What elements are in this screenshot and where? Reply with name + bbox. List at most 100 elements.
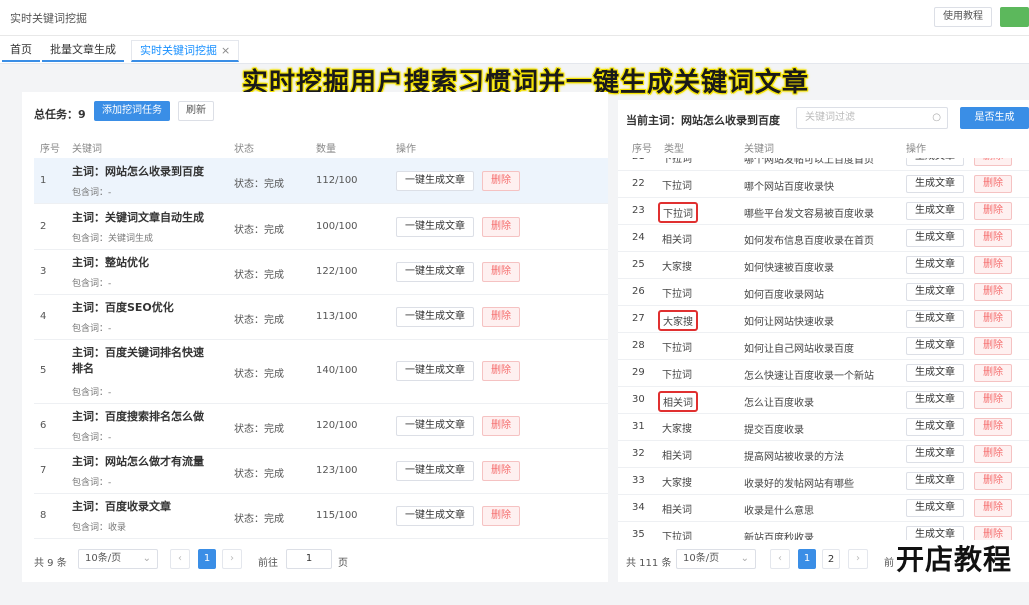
table-row[interactable]: 21 下拉词 哪个网站发帖可以上百度首页 生成文章 删除 xyxy=(618,158,1029,171)
pager-total: 共 111 条 xyxy=(626,558,672,569)
delete-button[interactable]: 删除 xyxy=(974,472,1012,490)
generate-article-button[interactable]: 生成文章 xyxy=(906,175,964,193)
table-row[interactable]: 3 主词：整站优化 包含词：- 状态：完成 122/100 一键生成文章 删除 xyxy=(34,250,608,295)
row-type: 下拉词 xyxy=(662,343,692,354)
generate-article-button[interactable]: 一键生成文章 xyxy=(396,307,474,327)
table-row[interactable]: 2 主词：关键词文章自动生成 包含词：关键词生成 状态：完成 100/100 一… xyxy=(34,204,608,250)
generate-article-button[interactable]: 一键生成文章 xyxy=(396,262,474,282)
help-button[interactable]: 使用教程 xyxy=(934,7,992,27)
generate-article-button[interactable]: 生成文章 xyxy=(906,418,964,436)
prev-page-button[interactable]: ‹ xyxy=(770,549,790,569)
row-main-keyword: 主词：百度搜索排名怎么做 xyxy=(72,410,204,423)
table-row[interactable]: 5 主词：百度关键词排名快速排名 包含词：- 状态：完成 140/100 一键生… xyxy=(34,340,608,404)
delete-button[interactable]: 删除 xyxy=(482,416,520,436)
close-icon[interactable]: × xyxy=(221,44,230,57)
header-action: 操作 xyxy=(396,144,416,155)
generate-article-button[interactable]: 一键生成文章 xyxy=(396,217,474,237)
row-type: 下拉词 xyxy=(662,158,692,165)
row-type: 大家搜 xyxy=(662,424,692,435)
page-number-1[interactable]: 1 xyxy=(198,549,216,569)
green-action-button[interactable] xyxy=(1000,7,1029,27)
table-row[interactable]: 32 相关词 提高网站被收录的方法 生成文章 删除 xyxy=(618,441,1029,468)
delete-button[interactable]: 删除 xyxy=(482,307,520,327)
keyword-filter-input[interactable]: 关键词过滤 ○ xyxy=(796,107,948,129)
generate-article-button[interactable]: 生成文章 xyxy=(906,472,964,490)
generate-article-button[interactable]: 生成文章 xyxy=(906,499,964,517)
table-row[interactable]: 23 下拉词 哪些平台发文容易被百度收录 生成文章 删除 xyxy=(618,198,1029,225)
page-size-select[interactable]: 10条/页 ⌄ xyxy=(78,549,158,569)
table-row[interactable]: 6 主词：百度搜索排名怎么做 包含词：- 状态：完成 120/100 一键生成文… xyxy=(34,404,608,449)
tab-keyword-mining[interactable]: 实时关键词挖掘 × xyxy=(131,40,240,62)
generate-article-button[interactable]: 生成文章 xyxy=(906,202,964,220)
delete-button[interactable]: 删除 xyxy=(974,283,1012,301)
row-main-keyword: 主词：百度关键词排名快速排名 xyxy=(72,346,204,375)
generate-article-button[interactable]: 生成文章 xyxy=(906,391,964,409)
table-row[interactable]: 25 大家搜 如何快速被百度收录 生成文章 删除 xyxy=(618,252,1029,279)
generate-article-button[interactable]: 一键生成文章 xyxy=(396,461,474,481)
tab-batch-article[interactable]: 批量文章生成 xyxy=(42,40,124,62)
table-row[interactable]: 1 主词：网站怎么收录到百度 包含词：- 状态：完成 112/100 一键生成文… xyxy=(34,158,608,204)
delete-button[interactable]: 删除 xyxy=(482,461,520,481)
table-row[interactable]: 30 相关词 怎么让百度收录 生成文章 删除 xyxy=(618,387,1029,414)
delete-button[interactable]: 删除 xyxy=(974,445,1012,463)
delete-button[interactable]: 删除 xyxy=(974,310,1012,328)
table-row[interactable]: 29 下拉词 怎么快速让百度收录一个新站 生成文章 删除 xyxy=(618,360,1029,387)
page-unit-label: 页 xyxy=(338,558,348,569)
delete-button[interactable]: 删除 xyxy=(974,158,1012,166)
delete-button[interactable]: 删除 xyxy=(974,364,1012,382)
generate-article-button[interactable]: 生成文章 xyxy=(906,256,964,274)
current-main-keyword: 当前主词：网站怎么收录到百度 xyxy=(626,114,780,127)
table-row[interactable]: 26 下拉词 如何百度收录网站 生成文章 删除 xyxy=(618,279,1029,306)
row-idx: 33 xyxy=(632,475,645,486)
row-keyword: 收录是什么意思 xyxy=(744,506,814,517)
table-row[interactable]: 28 下拉词 如何让自己网站收录百度 生成文章 删除 xyxy=(618,333,1029,360)
delete-button[interactable]: 删除 xyxy=(974,229,1012,247)
delete-button[interactable]: 删除 xyxy=(482,361,520,381)
table-row[interactable]: 27 大家搜 如何让网站快速收录 生成文章 删除 xyxy=(618,306,1029,333)
delete-button[interactable]: 删除 xyxy=(482,262,520,282)
prev-page-button[interactable]: ‹ xyxy=(170,549,190,569)
table-row[interactable]: 33 大家搜 收录好的发帖网站有哪些 生成文章 删除 xyxy=(618,468,1029,495)
generate-article-button[interactable]: 生成文章 xyxy=(906,310,964,328)
generate-article-button[interactable]: 生成文章 xyxy=(906,337,964,355)
generate-all-button[interactable]: 是否生成 xyxy=(960,107,1029,129)
tab-bar: 首页 批量文章生成 实时关键词挖掘 × xyxy=(0,36,1029,64)
row-idx: 8 xyxy=(40,510,47,521)
filter-placeholder: 关键词过滤 xyxy=(805,112,855,123)
generate-article-button[interactable]: 生成文章 xyxy=(906,229,964,247)
delete-button[interactable]: 删除 xyxy=(482,217,520,237)
goto-page-input[interactable]: 1 xyxy=(286,549,332,569)
delete-button[interactable]: 删除 xyxy=(974,256,1012,274)
refresh-button[interactable]: 刷新 xyxy=(178,101,214,121)
delete-button[interactable]: 删除 xyxy=(974,202,1012,220)
generate-article-button[interactable]: 一键生成文章 xyxy=(396,361,474,381)
delete-button[interactable]: 删除 xyxy=(482,171,520,191)
table-row[interactable]: 7 主词：网站怎么做才有流量 包含词：- 状态：完成 123/100 一键生成文… xyxy=(34,449,608,494)
generate-article-button[interactable]: 生成文章 xyxy=(906,283,964,301)
generate-article-button[interactable]: 生成文章 xyxy=(906,445,964,463)
page-number-2[interactable]: 2 xyxy=(822,549,840,569)
next-page-button[interactable]: › xyxy=(848,549,868,569)
delete-button[interactable]: 删除 xyxy=(974,337,1012,355)
generate-article-button[interactable]: 一键生成文章 xyxy=(396,416,474,436)
table-row[interactable]: 34 相关词 收录是什么意思 生成文章 删除 xyxy=(618,495,1029,522)
delete-button[interactable]: 删除 xyxy=(974,499,1012,517)
generate-article-button[interactable]: 生成文章 xyxy=(906,158,964,166)
table-row[interactable]: 24 相关词 如何发布信息百度收录在首页 生成文章 删除 xyxy=(618,225,1029,252)
generate-article-button[interactable]: 一键生成文章 xyxy=(396,506,474,526)
table-row[interactable]: 8 主词：百度收录文章 包含词：收录 状态：完成 115/100 一键生成文章 … xyxy=(34,494,608,539)
delete-button[interactable]: 删除 xyxy=(974,391,1012,409)
delete-button[interactable]: 删除 xyxy=(974,175,1012,193)
add-task-button[interactable]: 添加挖词任务 xyxy=(94,101,170,121)
delete-button[interactable]: 删除 xyxy=(974,418,1012,436)
next-page-button[interactable]: › xyxy=(222,549,242,569)
table-row[interactable]: 22 下拉词 哪个网站百度收录快 生成文章 删除 xyxy=(618,171,1029,198)
table-row[interactable]: 4 主词：百度SEO优化 包含词：- 状态：完成 113/100 一键生成文章 … xyxy=(34,295,608,340)
page-size-select[interactable]: 10条/页 ⌄ xyxy=(676,549,756,569)
delete-button[interactable]: 删除 xyxy=(482,506,520,526)
generate-article-button[interactable]: 一键生成文章 xyxy=(396,171,474,191)
page-number-1[interactable]: 1 xyxy=(798,549,816,569)
generate-article-button[interactable]: 生成文章 xyxy=(906,364,964,382)
tab-home[interactable]: 首页 xyxy=(2,40,40,62)
table-row[interactable]: 31 大家搜 提交百度收录 生成文章 删除 xyxy=(618,414,1029,441)
